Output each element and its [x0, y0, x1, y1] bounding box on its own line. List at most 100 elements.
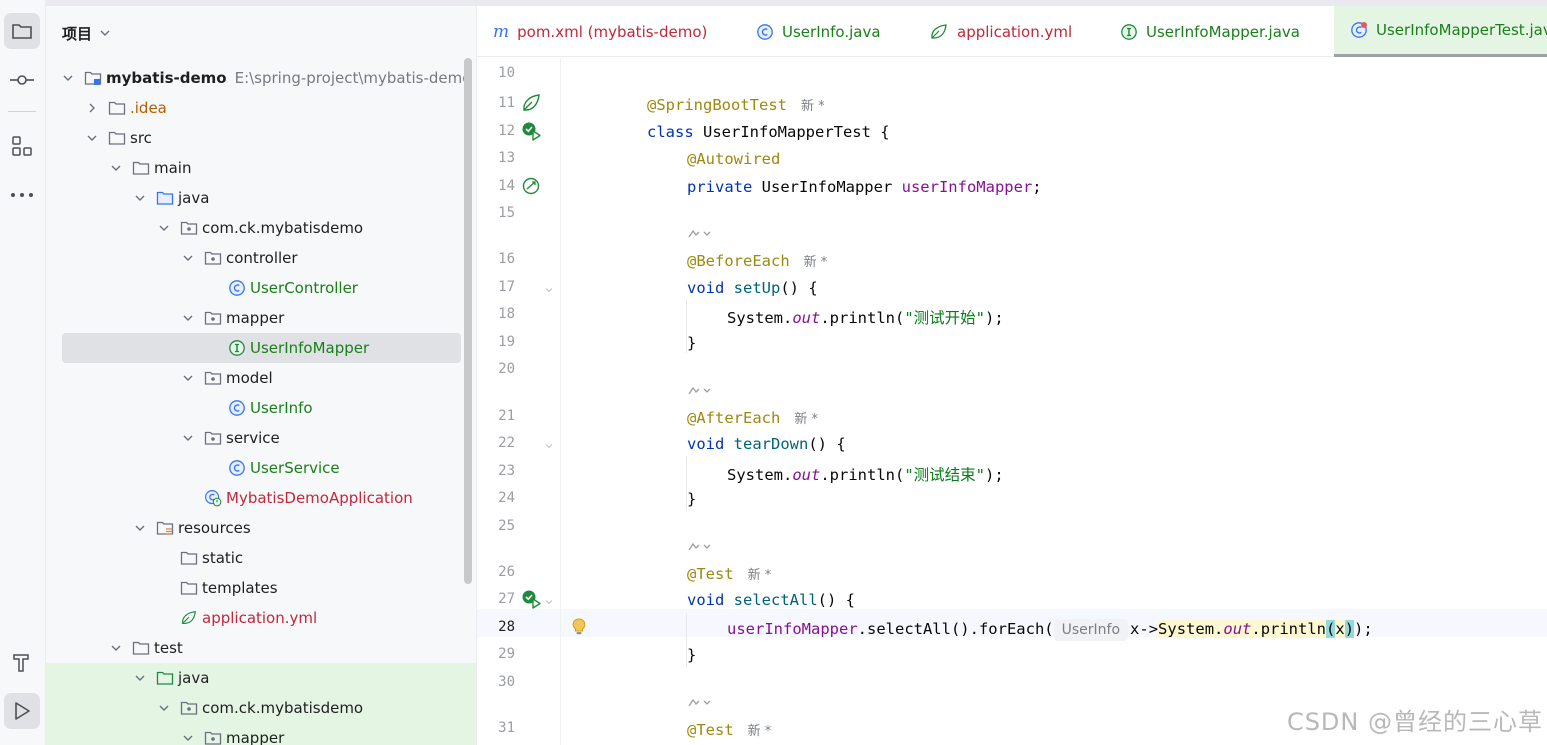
author-hint[interactable]: 新 * — [801, 99, 825, 114]
author-hint[interactable]: 新 * — [748, 724, 772, 739]
build-tool-button[interactable] — [4, 644, 40, 680]
line-number[interactable]: 19 — [477, 334, 515, 350]
tree-item[interactable]: java — [46, 663, 476, 693]
chevron-down-icon[interactable] — [180, 250, 196, 266]
tree-item[interactable]: UserService — [46, 453, 476, 483]
line-number[interactable]: 24 — [477, 490, 515, 506]
author-hint[interactable]: 新 * — [748, 568, 772, 583]
usage-hint[interactable] — [687, 541, 711, 557]
chevron-down-icon[interactable] — [108, 160, 124, 176]
editor-tab-label: UserInfoMapperTest.java — [1376, 21, 1547, 39]
tree-item[interactable]: service — [46, 423, 476, 453]
line-number[interactable]: 14 — [477, 178, 515, 194]
chevron-down-icon[interactable] — [60, 70, 76, 86]
tree-item[interactable]: com.ck.mybatisdemo — [46, 693, 476, 723]
tree-item[interactable]: resources — [46, 513, 476, 543]
tree-item[interactable]: src — [46, 123, 476, 153]
fold-chevron-icon[interactable] — [543, 438, 555, 450]
editor-tab[interactable]: application.yml — [929, 6, 1072, 57]
line-number[interactable]: 20 — [477, 361, 515, 377]
tree-item[interactable]: mapper — [46, 303, 476, 333]
tree-item[interactable]: MybatisDemoApplication — [46, 483, 476, 513]
chevron-down-icon[interactable] — [180, 430, 196, 446]
code-area[interactable]: @SpringBootTest 新 * class UserInfoMapperT… — [561, 58, 1547, 745]
line-number[interactable]: 10 — [477, 65, 515, 81]
chevron-down-icon[interactable] — [108, 640, 124, 656]
tree-item[interactable]: test — [46, 633, 476, 663]
line-number[interactable]: 25 — [477, 518, 515, 534]
fold-chevron-icon[interactable] — [543, 282, 555, 294]
editor-tab[interactable]: UserInfoMapper.java — [1120, 6, 1300, 57]
folder-icon — [132, 159, 150, 177]
structure-tool-button[interactable] — [4, 128, 40, 164]
project-tool-button[interactable] — [4, 13, 40, 49]
fold-chevron-icon[interactable] — [543, 594, 555, 606]
commit-tool-button[interactable] — [4, 62, 40, 98]
editor-tab-label: UserInfo.java — [782, 22, 881, 41]
line-number[interactable]: 11 — [477, 95, 515, 111]
chevron-down-icon[interactable] — [132, 520, 148, 536]
spring-bean-icon[interactable] — [521, 93, 541, 113]
code-vision-icon — [688, 229, 711, 238]
line-number[interactable]: 16 — [477, 251, 515, 267]
tree-item-label: UserInfo — [250, 399, 313, 417]
line-number[interactable]: 13 — [477, 150, 515, 166]
chevron-right-icon[interactable] — [84, 100, 100, 116]
line-number[interactable]: 30 — [477, 674, 515, 690]
usage-hint[interactable] — [687, 228, 711, 244]
tree-item[interactable]: com.ck.mybatisdemo — [46, 213, 476, 243]
tree-item[interactable]: templates — [46, 573, 476, 603]
tree-item[interactable]: mybatis-demo E:\spring-project\mybatis-de… — [46, 63, 476, 93]
chevron-down-icon[interactable] — [132, 670, 148, 686]
chevron-down-icon[interactable] — [132, 190, 148, 206]
line-number[interactable]: 31 — [477, 720, 515, 736]
line-number[interactable]: 21 — [477, 408, 515, 424]
tree-item[interactable]: static — [46, 543, 476, 573]
tree-item[interactable]: UserInfoMapper — [62, 333, 461, 363]
package-icon — [204, 249, 222, 267]
editor-tab[interactable]: UserInfo.java — [756, 6, 881, 57]
line-number[interactable]: 28 — [477, 619, 515, 635]
line-number[interactable]: 26 — [477, 564, 515, 580]
more-tools-button[interactable] — [4, 177, 40, 213]
line-number[interactable]: 17 — [477, 279, 515, 295]
line-number[interactable]: 18 — [477, 306, 515, 322]
chevron-down-icon[interactable] — [156, 220, 172, 236]
chevron-down-icon[interactable] — [180, 310, 196, 326]
run-test-icon[interactable] — [521, 121, 541, 141]
tree-item[interactable]: UserInfo — [46, 393, 476, 423]
spring-autowire-icon[interactable] — [521, 176, 541, 196]
tree-item[interactable]: java — [46, 183, 476, 213]
line-number[interactable]: 29 — [477, 646, 515, 662]
line-number[interactable]: 15 — [477, 205, 515, 221]
run-test-icon[interactable] — [521, 589, 541, 609]
usage-hint[interactable] — [687, 697, 711, 713]
author-hint[interactable]: 新 * — [794, 412, 818, 427]
author-hint[interactable]: 新 * — [804, 255, 828, 270]
editor-tab[interactable]: m pom.xml (mybatis-demo) — [493, 6, 707, 57]
editor-tab[interactable]: UserInfoMapperTest.java — [1334, 6, 1547, 57]
tree-item[interactable]: application.yml — [46, 603, 476, 633]
chevron-down-icon[interactable] — [84, 130, 100, 146]
tree-item[interactable]: controller — [46, 243, 476, 273]
usage-hint[interactable] — [687, 385, 711, 401]
code-line-19: } — [687, 334, 697, 352]
run-tool-button[interactable] — [4, 693, 40, 729]
tree-item[interactable]: main — [46, 153, 476, 183]
class-icon — [228, 459, 246, 477]
spring-yaml-icon — [180, 609, 198, 627]
line-number[interactable]: 27 — [477, 591, 515, 607]
line-number[interactable]: 12 — [477, 123, 515, 139]
tree-item[interactable]: UserController — [46, 273, 476, 303]
project-panel-header[interactable]: 项目 — [62, 22, 110, 44]
tree-item[interactable]: model — [46, 363, 476, 393]
project-tree-scrollbar[interactable] — [464, 58, 472, 584]
chevron-down-icon[interactable] — [180, 730, 196, 745]
chevron-down-icon[interactable] — [156, 700, 172, 716]
line-number[interactable]: 23 — [477, 463, 515, 479]
code-line-22: void tearDown() { — [687, 435, 846, 453]
line-number[interactable]: 22 — [477, 435, 515, 451]
tree-item[interactable]: .idea — [46, 93, 476, 123]
chevron-down-icon[interactable] — [180, 370, 196, 386]
tree-item[interactable]: mapper — [46, 723, 476, 745]
